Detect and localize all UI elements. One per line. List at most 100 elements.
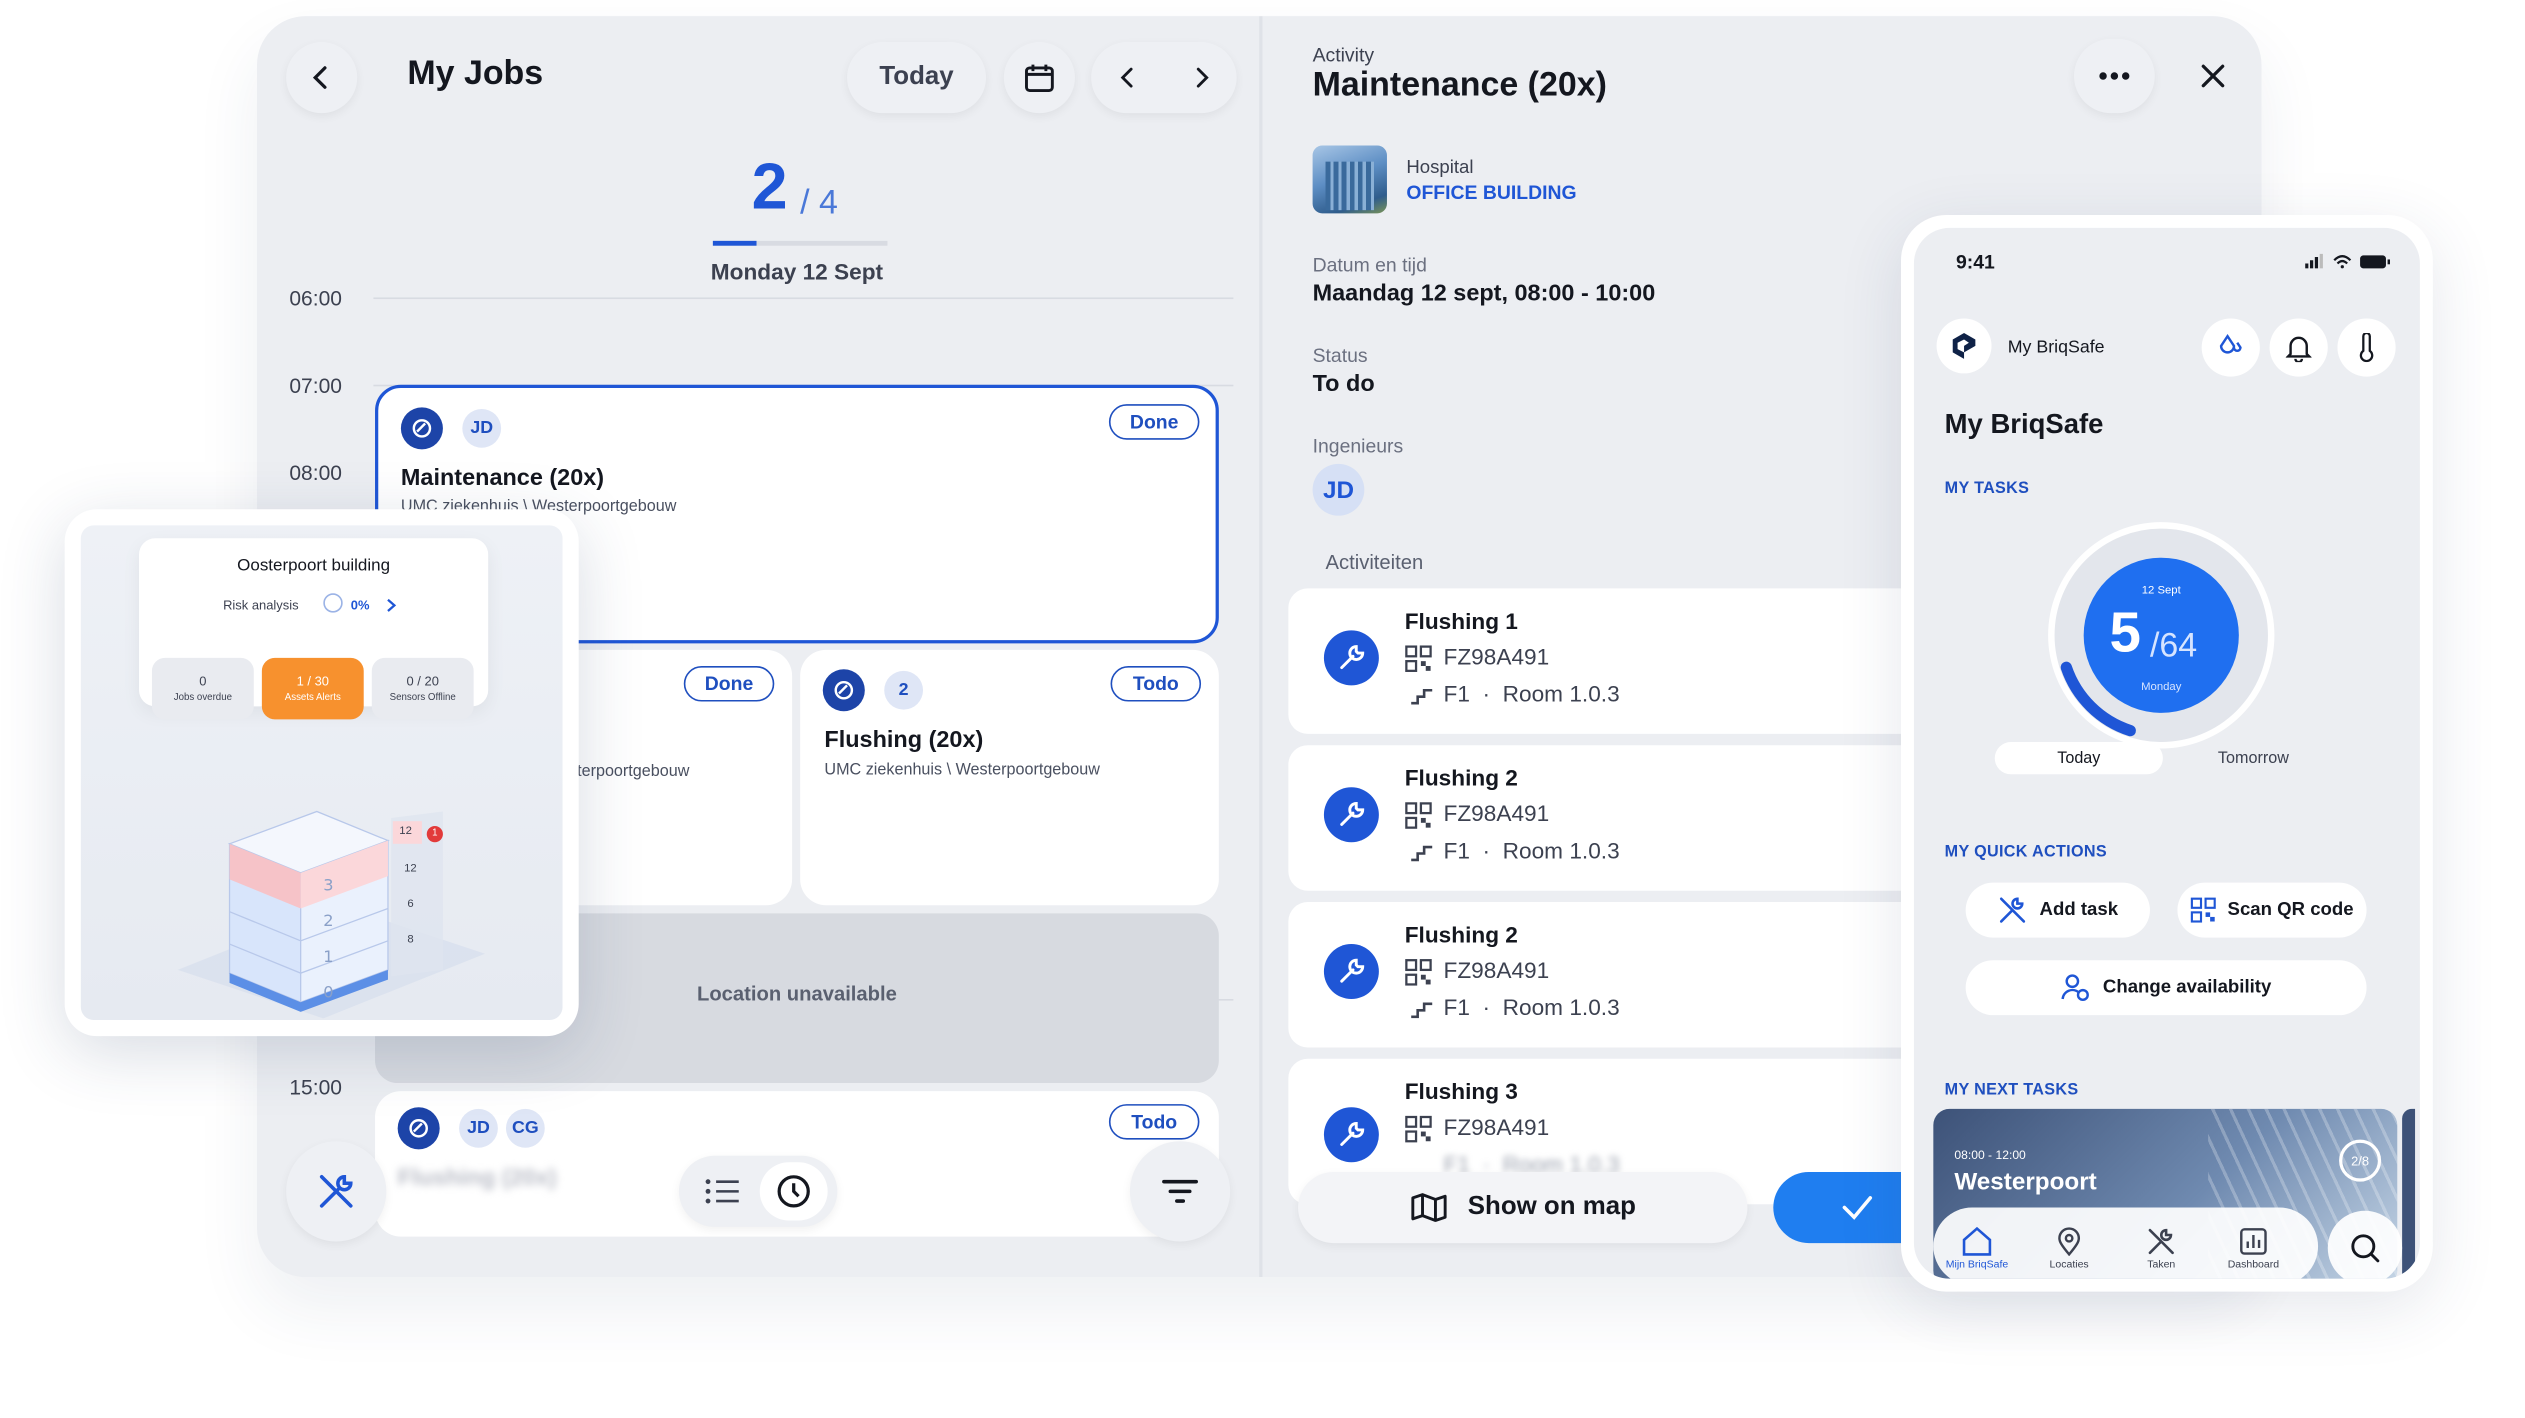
risk-value: 0% <box>350 598 370 613</box>
nav-tasks[interactable]: Taken <box>2119 1227 2203 1271</box>
stairs-icon <box>1411 1002 1433 1019</box>
floor-count: 8 <box>407 934 414 946</box>
thermometer-icon <box>2359 332 2374 363</box>
calendar-button[interactable] <box>1003 42 1075 114</box>
more-icon <box>2099 72 2130 80</box>
next-task-time: 08:00 - 12:00 <box>1954 1147 2026 1163</box>
tab-tomorrow[interactable]: Tomorrow <box>2169 742 2337 774</box>
date-nav <box>1091 42 1237 114</box>
activity-item[interactable]: Flushing 2 FZ98A491 F1 · Room 1.0.3 <box>1288 902 1968 1048</box>
activity-code: FZ98A491 <box>1443 1113 1550 1140</box>
tools-button[interactable] <box>286 1141 387 1242</box>
svg-text:2: 2 <box>323 911 333 930</box>
next-task-progress: 2/8 <box>2339 1139 2382 1182</box>
qr-code-icon <box>1405 1115 1432 1143</box>
dashboard-icon <box>2240 1228 2267 1255</box>
bell-icon <box>2285 336 2312 363</box>
status-badge: Done <box>683 665 775 702</box>
add-task-button[interactable]: Add task <box>1965 882 2150 938</box>
job-location: sterpoortgebouw <box>569 762 690 781</box>
list-icon <box>705 1179 739 1204</box>
hour-label: 15:00 <box>289 1074 342 1100</box>
hour-label: 07:00 <box>289 373 342 398</box>
chevron-right-icon[interactable] <box>386 598 397 613</box>
notifications-button[interactable] <box>2269 318 2328 377</box>
water-drop-icon <box>2219 334 2242 354</box>
next-task-location: Westerpoort <box>1954 1168 2097 1197</box>
avatar: JD <box>462 408 502 448</box>
next-task-card-peek <box>2402 1108 2416 1279</box>
svg-text:3: 3 <box>323 876 333 895</box>
scan-qr-button[interactable]: Scan QR code <box>2177 882 2367 938</box>
risk-label: Risk analysis <box>223 598 299 613</box>
jobs-overdue-stat[interactable]: 0 Jobs overdue <box>151 657 254 720</box>
status-label: Status <box>1312 344 1368 367</box>
datetime-label: Datum en tijd <box>1312 253 1427 277</box>
qr-code-icon <box>2190 897 2216 923</box>
assets-alerts-stat[interactable]: 1 / 30 Assets Alerts <box>261 657 364 720</box>
building-thumbnail <box>1312 145 1387 214</box>
hour-label: 08:00 <box>289 460 342 485</box>
nav-home[interactable]: Mijn BriqSafe <box>1935 1226 2019 1271</box>
job-title: Flushing (20x) <box>397 1165 557 1192</box>
next-day-icon[interactable] <box>1189 66 1212 89</box>
tools-icon <box>1999 897 2025 923</box>
view-toggle <box>678 1155 838 1227</box>
dial-date: 12 Sept <box>2141 585 2181 597</box>
search-button[interactable] <box>2327 1210 2403 1279</box>
hour-line <box>373 297 1234 300</box>
tools-icon <box>2148 1228 2174 1255</box>
back-button[interactable] <box>286 42 358 114</box>
hour-label: 06:00 <box>289 286 342 311</box>
close-button[interactable] <box>2173 39 2254 113</box>
wrench-icon <box>1323 787 1379 843</box>
next-tasks-title: MY NEXT TASKS <box>1944 1081 2079 1100</box>
activity-name: Flushing 2 <box>1404 921 1518 948</box>
water-button[interactable] <box>2201 318 2260 377</box>
clock-icon <box>777 1175 810 1208</box>
timeline-view-button[interactable] <box>759 1162 828 1221</box>
tab-today[interactable]: Today <box>1994 741 2163 775</box>
status-time: 9:41 <box>1955 250 1995 274</box>
stairs-icon <box>1411 845 1433 862</box>
job-card[interactable]: 2 Todo Flushing (20x) UMC ziekenhuis \ W… <box>800 649 1219 906</box>
change-availability-button[interactable]: Change availability <box>1965 960 2367 1016</box>
calendar-icon <box>1025 64 1054 92</box>
list-view-button[interactable] <box>692 1165 753 1217</box>
bottom-nav: Mijn BriqSafe Locaties Taken Dashboard <box>1933 1207 2319 1279</box>
job-title: Maintenance (20x) <box>400 465 605 492</box>
wrench-icon <box>1323 630 1379 686</box>
status-badge: Todo <box>1108 1104 1200 1140</box>
building-summary[interactable]: Oosterpoort building Risk analysis 0% 0J… <box>139 538 489 720</box>
building-name[interactable]: OFFICE BUILDING <box>1406 181 1576 204</box>
dial-done: 5 <box>2109 601 2142 665</box>
prev-day-icon[interactable] <box>1116 66 1139 89</box>
sensors-offline-stat[interactable]: 0 / 20 Sensors Offline <box>371 657 474 720</box>
location-pin-icon <box>2058 1227 2081 1257</box>
alert-badge: 1 <box>426 826 443 843</box>
nav-locations[interactable]: Locaties <box>2027 1227 2111 1271</box>
show-on-map-button[interactable]: Show on map <box>1298 1171 1748 1244</box>
home-icon <box>1962 1226 1992 1256</box>
dial-total: /64 <box>2149 627 2198 665</box>
user-availability-icon <box>2061 974 2089 1002</box>
filter-button[interactable] <box>1129 1141 1231 1242</box>
activity-item[interactable]: Flushing 1 FZ98A491 F1 · Room 1.0.3 <box>1288 588 1968 734</box>
building-overlay-card: Oosterpoort building Risk analysis 0% 0J… <box>64 509 579 1037</box>
quick-actions-title: MY QUICK ACTIONS <box>1944 843 2108 862</box>
temperature-button[interactable] <box>2337 318 2396 377</box>
detail-title: Maintenance (20x) <box>1312 66 1607 104</box>
activity-icon <box>822 669 865 712</box>
nav-dashboard[interactable]: Dashboard <box>2211 1227 2295 1271</box>
more-button[interactable] <box>2073 38 2155 114</box>
engineers-label: Ingenieurs <box>1312 434 1404 458</box>
check-icon <box>1842 1196 1873 1220</box>
today-button[interactable]: Today <box>847 42 987 114</box>
selected-date: Monday 12 Sept <box>710 258 884 285</box>
engineer-avatar[interactable]: JD <box>1312 463 1365 516</box>
floor-count: 6 <box>407 898 414 911</box>
detail-eyebrow: Activity <box>1312 43 1375 67</box>
chevron-left-icon <box>312 66 327 89</box>
activity-item[interactable]: Flushing 2 FZ98A491 F1 · Room 1.0.3 <box>1288 745 1968 891</box>
counter-progress <box>712 240 757 246</box>
